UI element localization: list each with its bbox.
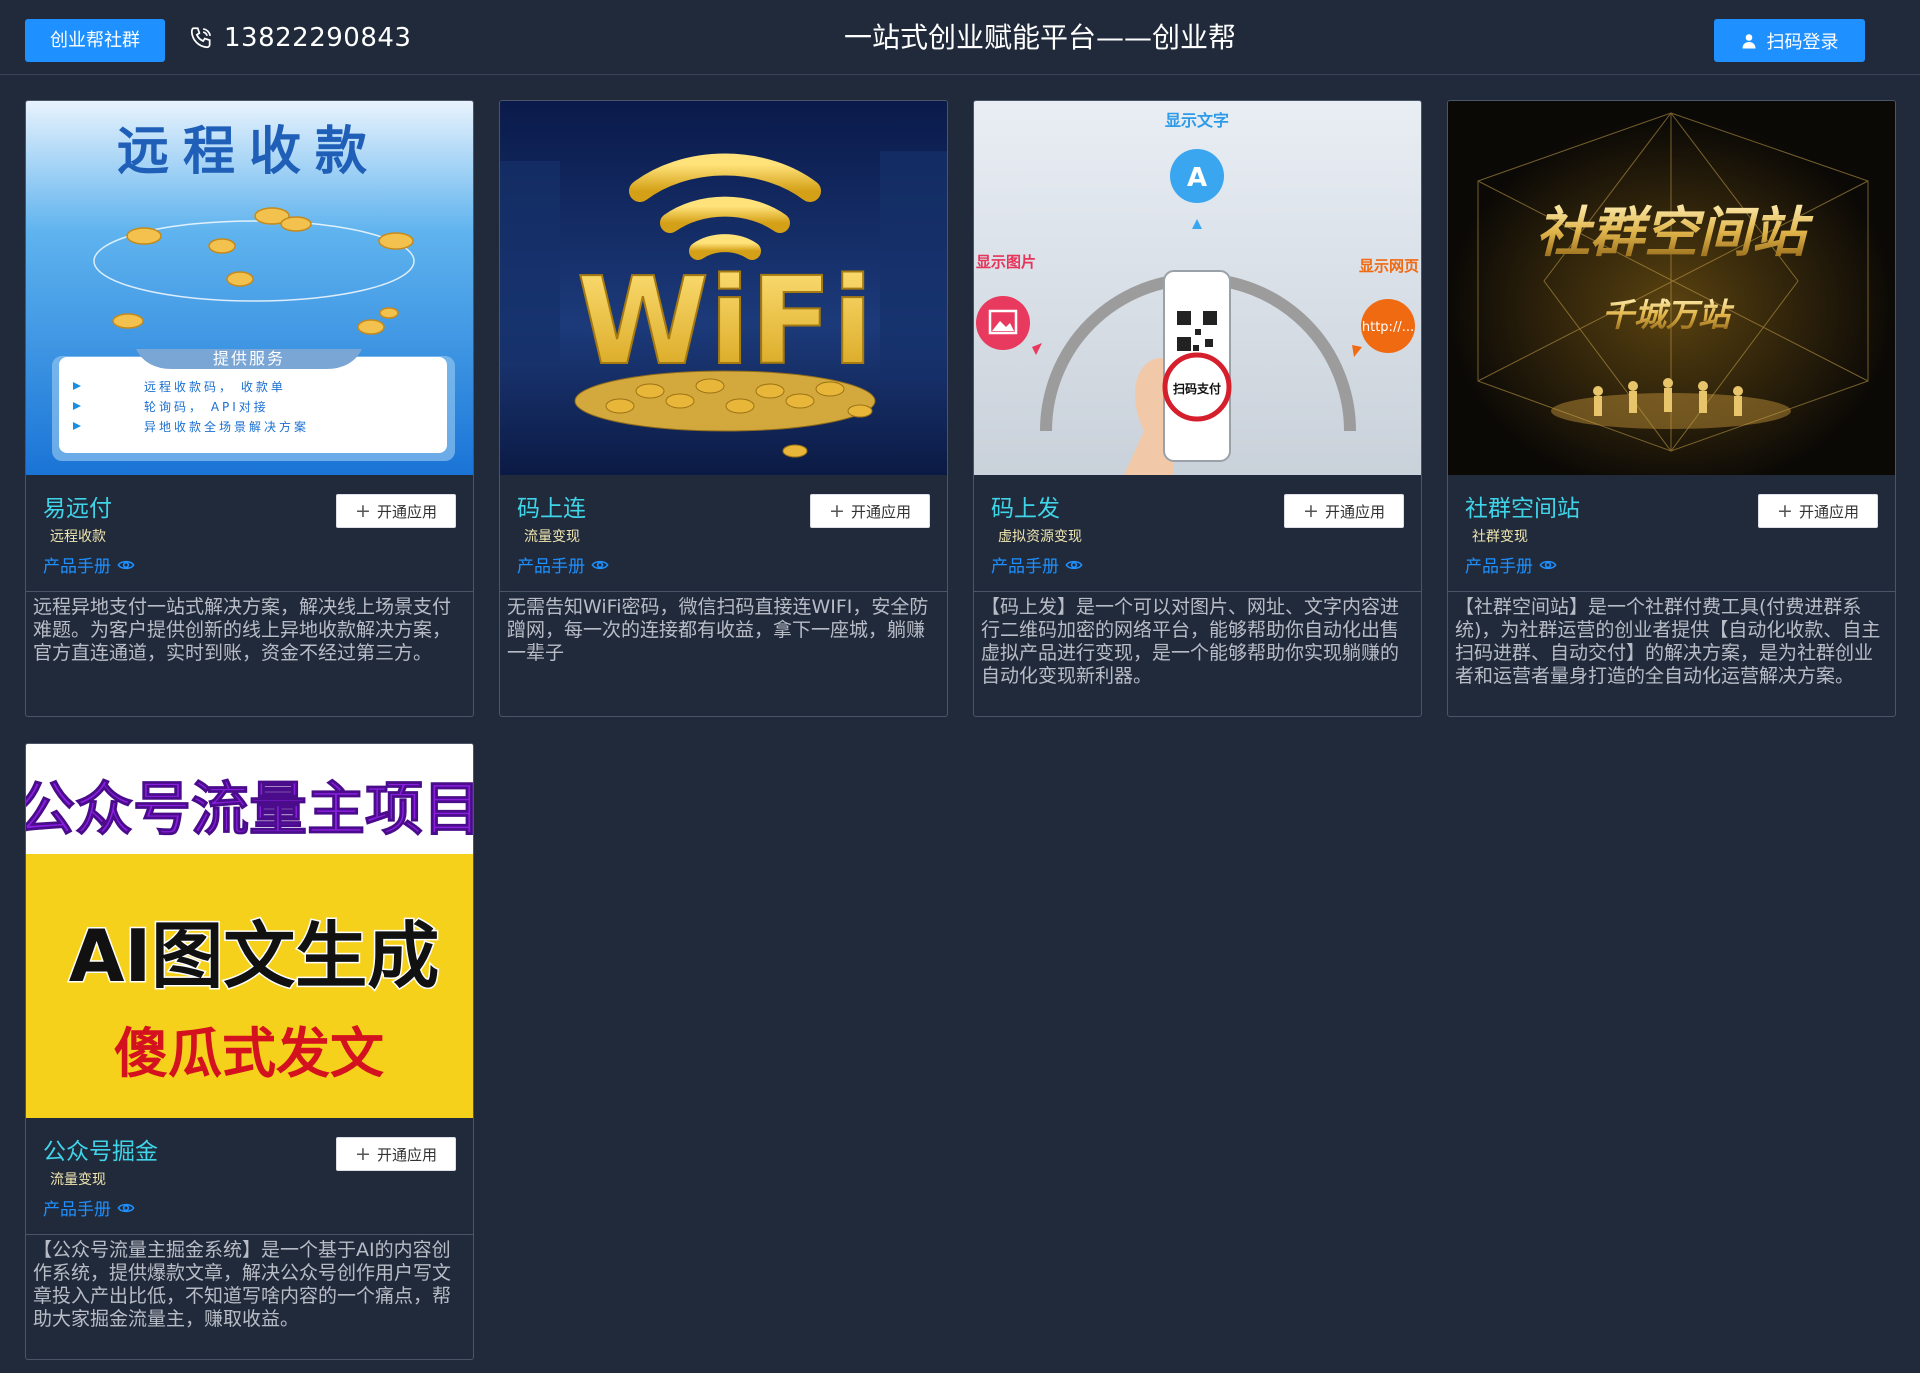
image-line1: 公众号流量主项目 bbox=[26, 775, 473, 843]
eye-icon bbox=[591, 560, 609, 569]
product-description: 远程异地支付一站式解决方案，解决线上场景支付难题。为客户提供创新的线上异地收款解… bbox=[33, 596, 452, 664]
card-divider bbox=[1448, 591, 1895, 592]
image-label-image: 显示图片 bbox=[976, 253, 1036, 271]
product-image-community[interactable]: 社群空间站 千城万站 bbox=[1448, 101, 1895, 475]
image-headline: 远程收款 bbox=[117, 121, 381, 182]
product-tag: 流量变现 bbox=[50, 1172, 106, 1188]
product-image-wifi[interactable]: WiFi bbox=[500, 101, 947, 475]
community-button[interactable]: 创业帮社群 bbox=[25, 19, 165, 62]
user-icon bbox=[1742, 33, 1755, 48]
open-app-label: 开通应用 bbox=[1798, 502, 1859, 521]
open-app-button[interactable]: + 开通应用 bbox=[1284, 494, 1404, 528]
product-name: 公众号掘金 bbox=[43, 1139, 158, 1165]
product-manual-link[interactable]: 产品手册 bbox=[43, 1195, 135, 1220]
product-manual-link[interactable]: 产品手册 bbox=[43, 552, 135, 577]
image-panel-title: 提供服务 bbox=[213, 349, 285, 368]
eye-icon bbox=[117, 560, 135, 569]
product-manual-link[interactable]: 产品手册 bbox=[1465, 552, 1557, 577]
product-description: 【码上发】是一个可以对图片、网址、文字内容进行二维码加密的网络平台，能够帮助你自… bbox=[981, 596, 1400, 687]
product-tag: 远程收款 bbox=[50, 529, 106, 545]
product-image-wechat-ai[interactable]: 公众号流量主项目 AI图文生成 傻瓜式发文 bbox=[26, 744, 473, 1118]
product-manual-label: 产品手册 bbox=[991, 557, 1059, 577]
product-name: 码上发 bbox=[991, 496, 1060, 522]
card-divider bbox=[974, 591, 1421, 592]
image-label-web: 显示网页 bbox=[1359, 257, 1419, 275]
plus-icon: + bbox=[355, 499, 371, 522]
product-manual-link[interactable]: 产品手册 bbox=[517, 552, 609, 577]
product-description: 无需告知WiFi密码，微信扫码直接连WIFI，安全防蹭网，每一次的连接都有收益，… bbox=[507, 596, 929, 664]
card-divider bbox=[26, 1234, 473, 1235]
plus-icon: + bbox=[829, 499, 845, 522]
phone-number: 13822290843 bbox=[224, 23, 412, 53]
image-label-text: 显示文字 bbox=[1165, 111, 1229, 130]
scan-login-button[interactable]: 扫码登录 bbox=[1714, 19, 1865, 62]
product-tag: 虚拟资源变现 bbox=[998, 529, 1082, 545]
eye-icon bbox=[1065, 560, 1083, 569]
product-manual-label: 产品手册 bbox=[43, 557, 111, 577]
product-tag: 社群变现 bbox=[1472, 529, 1528, 545]
image-subline: 千城万站 bbox=[1602, 296, 1735, 334]
product-manual-label: 产品手册 bbox=[1465, 557, 1533, 577]
phone-contact: 13822290843 bbox=[188, 20, 411, 56]
product-name: 码上连 bbox=[517, 496, 586, 522]
image-line3: 傻瓜式发文 bbox=[114, 1022, 384, 1085]
plus-icon: + bbox=[1303, 499, 1319, 522]
open-app-label: 开通应用 bbox=[1324, 502, 1385, 521]
eye-icon bbox=[117, 1203, 135, 1212]
open-app-button[interactable]: + 开通应用 bbox=[810, 494, 930, 528]
product-card-gongzhonghao: 公众号流量主项目 AI图文生成 傻瓜式发文 公众号掘金 + 开通应用 流量变现 … bbox=[25, 743, 474, 1360]
product-description: 【公众号流量主掘金系统】是一个基于AI的内容创作系统，提供爆款文章，解决公众号创… bbox=[33, 1239, 452, 1330]
open-app-label: 开通应用 bbox=[376, 1145, 437, 1164]
plus-icon: + bbox=[355, 1142, 371, 1165]
open-app-button[interactable]: + 开通应用 bbox=[1758, 494, 1878, 528]
phone-icon bbox=[190, 27, 212, 49]
card-divider bbox=[500, 591, 947, 592]
open-app-button[interactable]: + 开通应用 bbox=[336, 1137, 456, 1171]
product-manual-label: 产品手册 bbox=[43, 1200, 111, 1220]
product-card-mashangfa: 显示文字 A 显示图片 显示网页 http://... 扫码支付 码上发 + 开… bbox=[973, 100, 1422, 717]
image-pay-text: 扫码支付 bbox=[1173, 381, 1221, 396]
product-name: 易远付 bbox=[43, 496, 112, 522]
product-image-qr-publish[interactable]: 显示文字 A 显示图片 显示网页 http://... 扫码支付 bbox=[974, 101, 1421, 475]
image-bullet-2: 轮询码， API对接 bbox=[144, 399, 269, 414]
open-app-label: 开通应用 bbox=[376, 502, 437, 521]
product-manual-label: 产品手册 bbox=[517, 557, 585, 577]
product-image-remote-payment[interactable]: 远程收款 提供服务 远程收款码， 收款单 轮询码， API对接 异地收款全场景解… bbox=[26, 101, 473, 475]
product-card-shequn: 社群空间站 千城万站 社群空间站 + 开通应用 社群变现 产品手册 【社群空间站… bbox=[1447, 100, 1896, 717]
image-url-text: http://... bbox=[1362, 320, 1414, 335]
open-app-label: 开通应用 bbox=[850, 502, 911, 521]
svg-text:A: A bbox=[1187, 163, 1207, 193]
scan-login-label: 扫码登录 bbox=[1766, 31, 1839, 53]
product-card-yiyuanfu: 远程收款 提供服务 远程收款码， 收款单 轮询码， API对接 异地收款全场景解… bbox=[25, 100, 474, 717]
image-bullet-3: 异地收款全场景解决方案 bbox=[144, 419, 309, 434]
product-manual-link[interactable]: 产品手册 bbox=[991, 552, 1083, 577]
product-tag: 流量变现 bbox=[524, 529, 580, 545]
product-description: 【社群空间站】是一个社群付费工具(付费进群系统)，为社群运营的创业者提供【自动化… bbox=[1455, 596, 1881, 687]
product-card-mashanglian: WiFi 码上连 + 开通应用 流量变现 产品手册 无需告知WiFi密码，微信扫… bbox=[499, 100, 948, 717]
plus-icon: + bbox=[1777, 499, 1793, 522]
product-name: 社群空间站 bbox=[1465, 496, 1580, 522]
image-bullet-1: 远程收款码， 收款单 bbox=[144, 379, 286, 394]
image-line2: AI图文生成 bbox=[69, 914, 440, 998]
image-headline: 社群空间站 bbox=[1536, 200, 1814, 264]
card-divider bbox=[26, 591, 473, 592]
top-header: 创业帮社群 13822290843 一站式创业赋能平台——创业帮 扫码登录 bbox=[0, 0, 1920, 75]
eye-icon bbox=[1539, 560, 1557, 569]
page-title: 一站式创业赋能平台——创业帮 bbox=[843, 21, 1236, 54]
open-app-button[interactable]: + 开通应用 bbox=[336, 494, 456, 528]
